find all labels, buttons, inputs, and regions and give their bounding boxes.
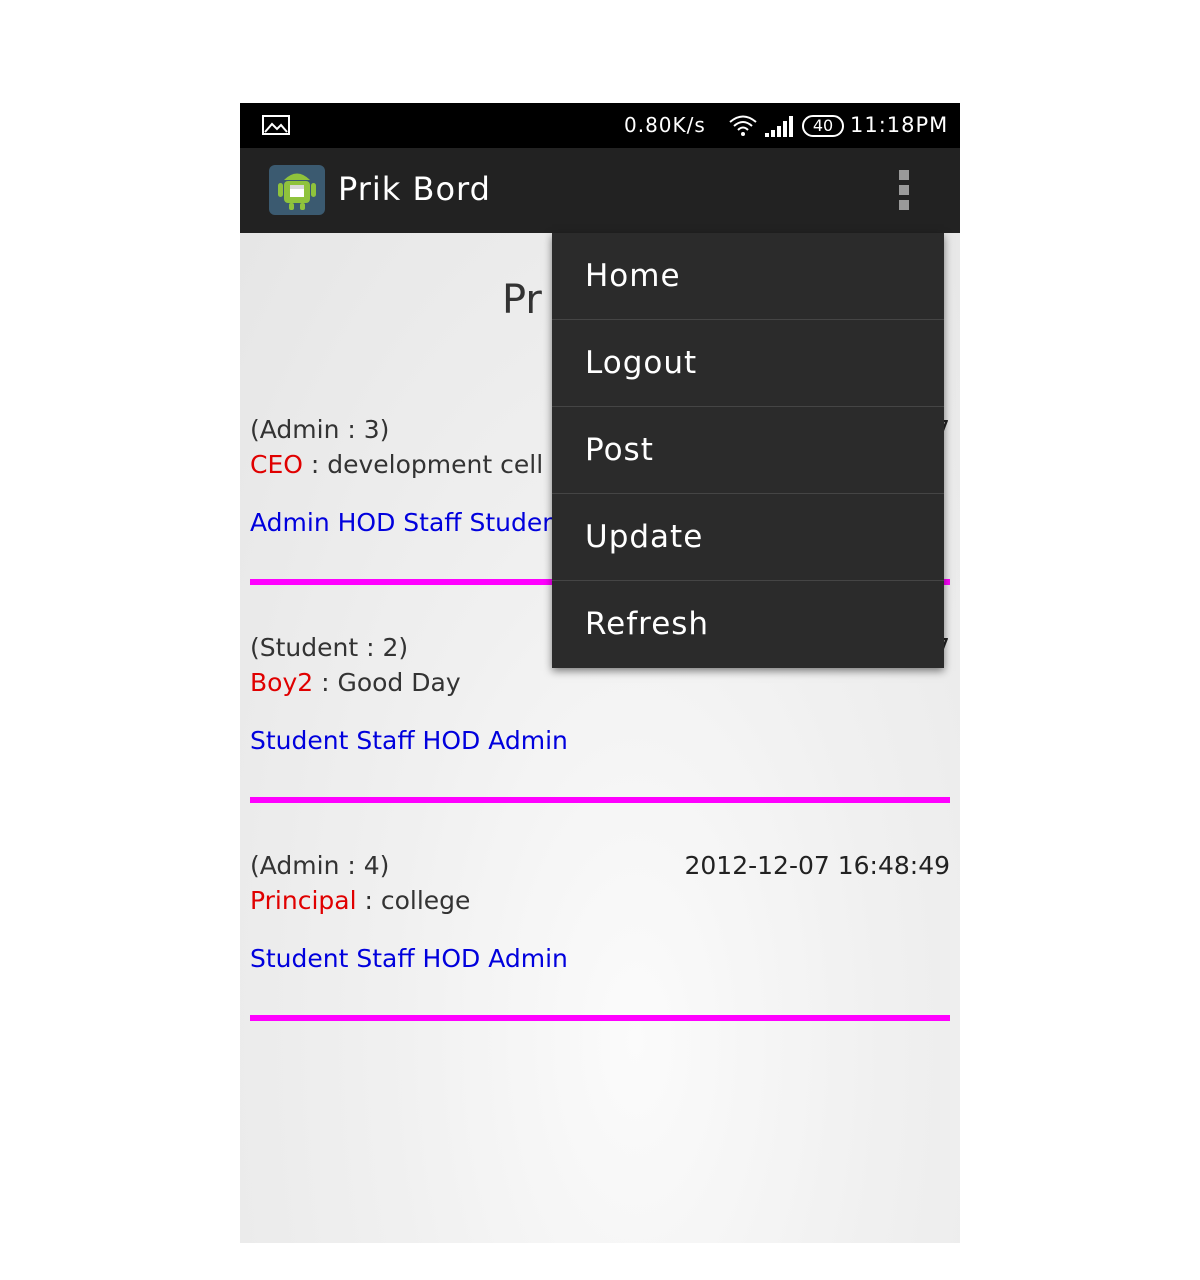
post-author: CEO: [250, 450, 303, 479]
app-title: Prik Bord: [338, 170, 491, 208]
menu-item-home[interactable]: Home: [552, 233, 944, 320]
menu-item-post[interactable]: Post: [552, 407, 944, 494]
post-meta: (Admin : 4): [250, 851, 390, 880]
overflow-menu: Home Logout Post Update Refresh: [552, 233, 944, 668]
battery-indicator: 40: [802, 115, 844, 137]
status-bar: 0.80K/s 40 11:18PM: [240, 103, 960, 148]
post-text: : college: [356, 886, 471, 915]
app-logo-icon[interactable]: [269, 165, 325, 215]
post-audience: Student Staff HOD Admin: [250, 726, 568, 755]
action-bar: Prik Bord: [240, 148, 960, 233]
post-meta: (Student : 2): [250, 633, 409, 662]
post-audience: Admin HOD Staff Studen: [250, 508, 559, 537]
overflow-menu-icon[interactable]: [897, 170, 911, 212]
post-item[interactable]: (Admin : 4) 2012-12-07 16:48:49 Principa…: [250, 851, 950, 1069]
post-audience: Student Staff HOD Admin: [250, 944, 568, 973]
menu-item-logout[interactable]: Logout: [552, 320, 944, 407]
signal-icon: [765, 116, 793, 137]
post-divider: [250, 1015, 950, 1021]
post-text: : Good Day: [313, 668, 461, 697]
post-message: CEO : development cell: [250, 450, 543, 479]
menu-item-refresh[interactable]: Refresh: [552, 581, 944, 668]
post-date: 2012-12-07 16:48:49: [684, 851, 950, 880]
clock: 11:18PM: [850, 113, 949, 137]
post-author: Principal: [250, 886, 357, 915]
post-author: Boy2: [250, 668, 314, 697]
wifi-icon: [729, 115, 757, 136]
post-message: Principal : college: [250, 886, 470, 915]
post-text: : development cell: [302, 450, 544, 479]
post-divider: [250, 797, 950, 803]
network-speed: 0.80K/s: [624, 113, 706, 137]
page-heading: Pr: [502, 277, 542, 323]
phone-screen: 0.80K/s 40 11:18PM Prik Bord Pr (Admin:…: [240, 103, 960, 1243]
menu-item-update[interactable]: Update: [552, 494, 944, 581]
post-message: Boy2 : Good Day: [250, 668, 461, 697]
post-meta: (Admin : 3): [250, 415, 390, 444]
gallery-notification-icon: [262, 115, 290, 135]
